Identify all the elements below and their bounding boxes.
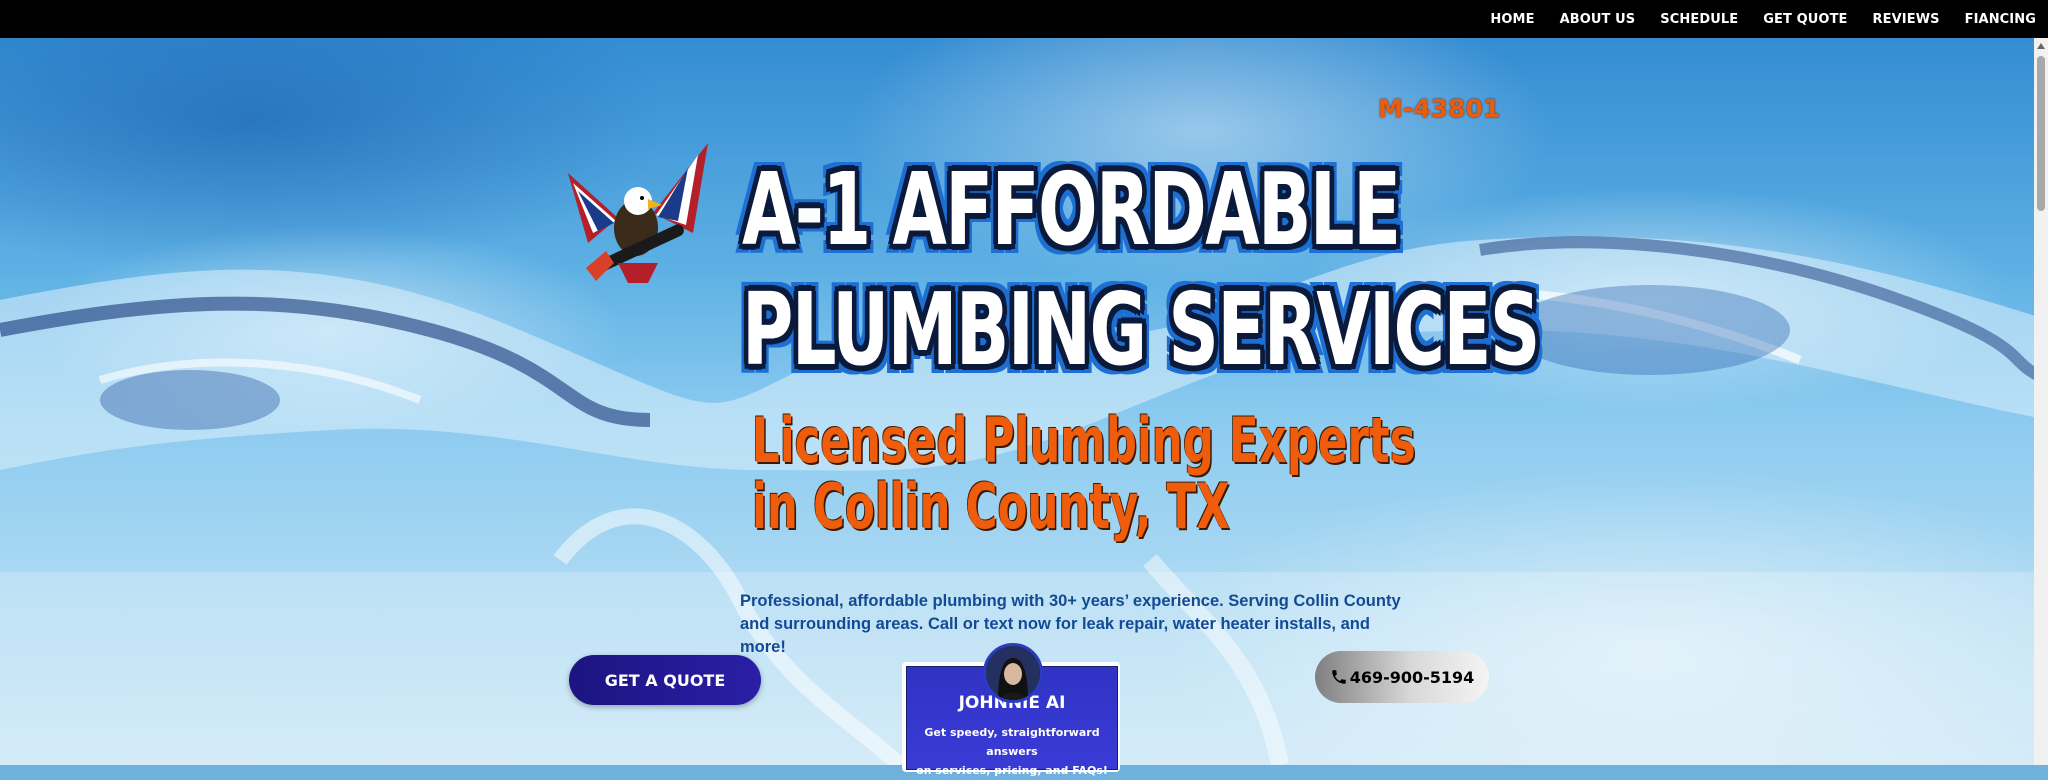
get-a-quote-button[interactable]: GET A QUOTE <box>569 655 761 705</box>
nav-home[interactable]: HOME <box>1490 12 1534 27</box>
hero-subtitle: Licensed Plumbing Experts in Collin Coun… <box>752 408 1416 540</box>
phone-call-button[interactable]: 469-900-5194 <box>1315 651 1489 703</box>
tagline-line-2: on services, pricing, and FAQs! <box>916 764 1108 777</box>
nav-financing[interactable]: FIANCING <box>1965 12 2036 27</box>
tagline-line-1: Get speedy, straightforward answers <box>924 726 1100 758</box>
subtitle-line-1: Licensed Plumbing Experts <box>752 404 1416 477</box>
scrollbar-thumb[interactable] <box>2037 56 2045 211</box>
business-title: A-1 AFFORDABLE PLUMBING SERVICES <box>742 150 1540 390</box>
hero-description: Professional, affordable plumbing with 3… <box>740 590 1420 659</box>
assistant-avatar[interactable] <box>983 643 1043 703</box>
nav-schedule[interactable]: SCHEDULE <box>1660 12 1738 27</box>
nav-about-us[interactable]: ABOUT US <box>1560 12 1636 27</box>
top-navigation: HOME ABOUT US SCHEDULE GET QUOTE REVIEWS… <box>0 0 2048 38</box>
title-line-1: A-1 AFFORDABLE <box>742 151 1401 268</box>
license-number: M-43801 <box>1378 94 1501 123</box>
assistant-avatar-icon <box>986 646 1040 700</box>
description-line-2: and surrounding areas. Call or text now … <box>740 615 1370 656</box>
page-scrollbar[interactable] <box>2034 38 2048 765</box>
assistant-tagline: Get speedy, straightforward answers on s… <box>913 723 1111 780</box>
subtitle-line-2: in Collin County, TX <box>752 470 1230 543</box>
phone-icon <box>1331 670 1346 684</box>
scroll-up-icon[interactable] <box>2037 43 2045 49</box>
nav-reviews[interactable]: REVIEWS <box>1873 12 1940 27</box>
nav-get-quote[interactable]: GET QUOTE <box>1763 12 1847 27</box>
phone-number-label: 469-900-5194 <box>1349 667 1475 687</box>
eagle-wrench-logo-icon <box>568 143 708 283</box>
title-line-2: PLUMBING SERVICES <box>742 271 1540 388</box>
description-line-1: Professional, affordable plumbing with 3… <box>740 592 1401 610</box>
